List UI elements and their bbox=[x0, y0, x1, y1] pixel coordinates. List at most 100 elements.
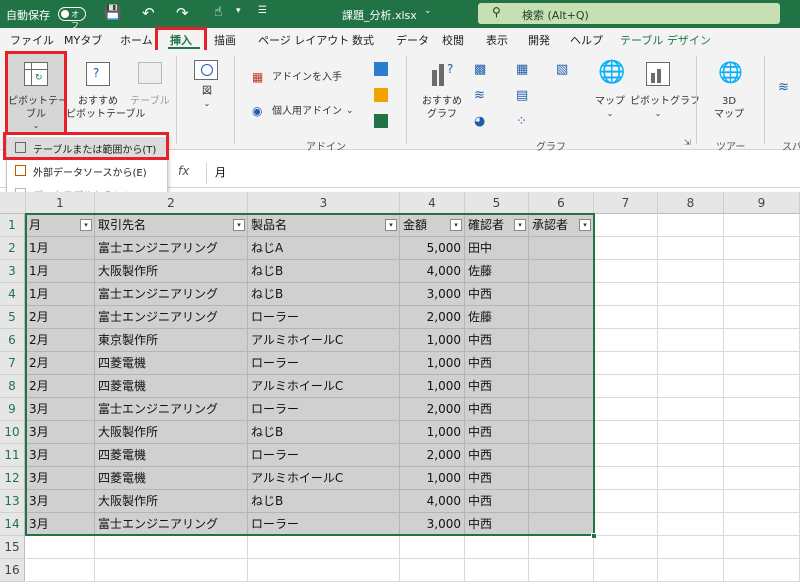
empty-cell[interactable] bbox=[26, 559, 95, 582]
empty-cell[interactable] bbox=[594, 375, 658, 398]
empty-cell[interactable] bbox=[594, 421, 658, 444]
empty-cell[interactable] bbox=[724, 513, 800, 536]
tab-formulas[interactable]: 数式 bbox=[352, 32, 374, 48]
table-cell[interactable]: 富士エンジニアリング bbox=[95, 398, 248, 421]
empty-cell[interactable] bbox=[724, 283, 800, 306]
table-cell[interactable] bbox=[529, 490, 594, 513]
table-cell[interactable]: 四菱電機 bbox=[95, 444, 248, 467]
empty-cell[interactable] bbox=[724, 398, 800, 421]
personal-addins-button[interactable]: ◉ 個人用アドイン ⌄ bbox=[250, 104, 360, 120]
fx-icon[interactable]: fx bbox=[178, 164, 189, 178]
pie-chart-icon[interactable]: ◕ bbox=[474, 114, 485, 129]
table-cell[interactable]: 1,000 bbox=[400, 352, 465, 375]
table-cell[interactable]: アルミホイールC bbox=[248, 467, 400, 490]
table-cell[interactable]: ローラー bbox=[248, 352, 400, 375]
empty-cell[interactable] bbox=[594, 306, 658, 329]
table-cell[interactable]: 4,000 bbox=[400, 490, 465, 513]
table-cell[interactable]: ローラー bbox=[248, 398, 400, 421]
table-cell[interactable]: 2月 bbox=[26, 329, 95, 352]
empty-cell[interactable] bbox=[594, 559, 658, 582]
redo-icon[interactable]: ↷ bbox=[176, 4, 189, 22]
statistic-chart-icon[interactable]: ▤ bbox=[516, 88, 528, 103]
table-cell[interactable]: 中西 bbox=[465, 329, 529, 352]
table-cell[interactable]: 3月 bbox=[26, 513, 95, 536]
column-header[interactable]: 8 bbox=[658, 192, 724, 214]
table-cell[interactable]: ねじB bbox=[248, 260, 400, 283]
empty-cell[interactable] bbox=[724, 352, 800, 375]
table-cell[interactable]: 5,000 bbox=[400, 237, 465, 260]
table-cell[interactable] bbox=[529, 329, 594, 352]
column-header[interactable]: 5 bbox=[465, 192, 529, 214]
empty-cell[interactable] bbox=[724, 559, 800, 582]
table-header-cell[interactable]: 取引先名 ▾ bbox=[95, 214, 248, 237]
visio-icon[interactable] bbox=[374, 62, 388, 76]
row-header[interactable]: 5 bbox=[0, 306, 25, 329]
row-header[interactable]: 9 bbox=[0, 398, 25, 421]
table-cell[interactable]: 富士エンジニアリング bbox=[95, 283, 248, 306]
table-cell[interactable]: 4,000 bbox=[400, 260, 465, 283]
chevron-down-icon[interactable]: ▾ bbox=[236, 6, 241, 16]
empty-cell[interactable] bbox=[724, 536, 800, 559]
tab-review[interactable]: 校閲 bbox=[442, 32, 464, 48]
empty-cell[interactable] bbox=[529, 536, 594, 559]
table-cell[interactable]: 中西 bbox=[465, 352, 529, 375]
pivot-chart-button[interactable]: ピボットグラフ ⌄ bbox=[630, 54, 700, 132]
empty-cell[interactable] bbox=[658, 237, 724, 260]
table-cell[interactable] bbox=[529, 375, 594, 398]
table-cell[interactable]: 3月 bbox=[26, 467, 95, 490]
tab-help[interactable]: ヘルプ bbox=[570, 32, 603, 48]
column-chart-icon[interactable]: ▩ bbox=[474, 62, 486, 77]
empty-cell[interactable] bbox=[594, 283, 658, 306]
table-cell[interactable]: 1,000 bbox=[400, 467, 465, 490]
empty-cell[interactable] bbox=[724, 490, 800, 513]
empty-cell[interactable] bbox=[594, 329, 658, 352]
empty-cell[interactable] bbox=[594, 467, 658, 490]
empty-cell[interactable] bbox=[658, 214, 724, 237]
table-cell[interactable]: 中西 bbox=[465, 490, 529, 513]
filter-dropdown-icon[interactable]: ▾ bbox=[385, 219, 397, 231]
row-header[interactable]: 10 bbox=[0, 421, 25, 444]
table-cell[interactable]: 中西 bbox=[465, 283, 529, 306]
table-cell[interactable]: 中西 bbox=[465, 467, 529, 490]
row-header[interactable]: 12 bbox=[0, 467, 25, 490]
table-cell[interactable]: 大阪製作所 bbox=[95, 490, 248, 513]
row-header[interactable]: 1 bbox=[0, 214, 25, 237]
empty-cell[interactable] bbox=[724, 375, 800, 398]
table-cell[interactable]: ねじA bbox=[248, 237, 400, 260]
column-header[interactable]: 6 bbox=[529, 192, 594, 214]
empty-cell[interactable] bbox=[658, 398, 724, 421]
empty-cell[interactable] bbox=[594, 444, 658, 467]
empty-cell[interactable] bbox=[658, 513, 724, 536]
filter-dropdown-icon[interactable]: ▾ bbox=[514, 219, 526, 231]
table-cell[interactable] bbox=[529, 283, 594, 306]
table-cell[interactable]: 1月 bbox=[26, 237, 95, 260]
empty-cell[interactable] bbox=[658, 444, 724, 467]
table-cell[interactable]: 1,000 bbox=[400, 421, 465, 444]
empty-cell[interactable] bbox=[658, 329, 724, 352]
empty-cell[interactable] bbox=[594, 490, 658, 513]
table-cell[interactable]: 富士エンジニアリング bbox=[95, 237, 248, 260]
empty-cell[interactable] bbox=[658, 352, 724, 375]
row-header[interactable]: 6 bbox=[0, 329, 25, 352]
row-header[interactable]: 16 bbox=[0, 559, 25, 582]
filter-dropdown-icon[interactable]: ▾ bbox=[450, 219, 462, 231]
tab-developer[interactable]: 開発 bbox=[528, 32, 550, 48]
empty-cell[interactable] bbox=[724, 260, 800, 283]
tab-data[interactable]: データ bbox=[396, 32, 429, 48]
table-cell[interactable]: 3月 bbox=[26, 421, 95, 444]
table-cell[interactable]: 中西 bbox=[465, 375, 529, 398]
tab-file[interactable]: ファイル bbox=[10, 32, 54, 48]
empty-cell[interactable] bbox=[658, 375, 724, 398]
filename-chevron-icon[interactable]: ⌄ bbox=[424, 6, 432, 16]
table-cell[interactable]: 富士エンジニアリング bbox=[95, 513, 248, 536]
table-cell[interactable]: 大阪製作所 bbox=[95, 260, 248, 283]
empty-cell[interactable] bbox=[465, 559, 529, 582]
table-cell[interactable]: 2月 bbox=[26, 352, 95, 375]
table-cell[interactable]: ローラー bbox=[248, 513, 400, 536]
table-cell[interactable]: 2,000 bbox=[400, 398, 465, 421]
table-cell[interactable]: 1,000 bbox=[400, 329, 465, 352]
recommended-pivot-button[interactable]: ? おすすめ ピボットテーブル bbox=[66, 54, 145, 132]
empty-cell[interactable] bbox=[658, 306, 724, 329]
table-cell[interactable]: 3月 bbox=[26, 490, 95, 513]
table-cell[interactable]: アルミホイールC bbox=[248, 329, 400, 352]
